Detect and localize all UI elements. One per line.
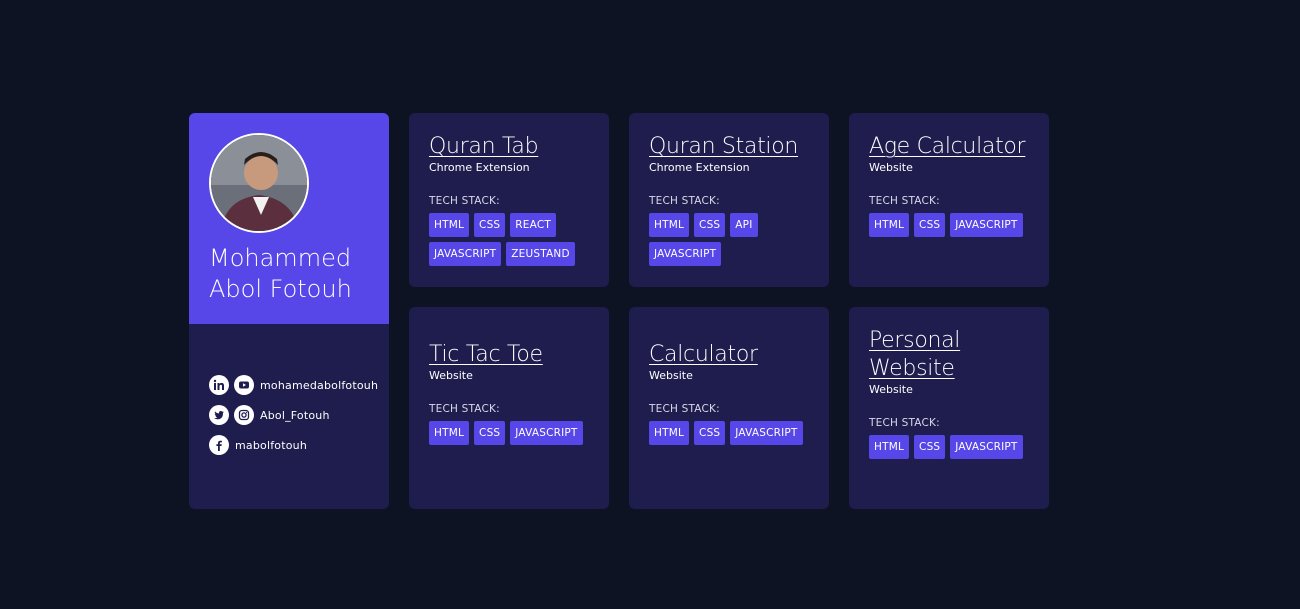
tech-tag: HTML [649,213,690,237]
project-title-link[interactable]: Calculator [649,341,809,369]
project-type: Website [429,369,473,382]
profile-name: Mohammed Abol Fotouh [209,244,352,303]
profile-card: Mohammed Abol Fotouh mohamedabolfotouh A… [189,113,389,509]
tech-tag: JAVASCRIPT [649,242,722,266]
tech-tag: JAVASCRIPT [730,421,803,445]
facebook-icon[interactable] [209,435,229,455]
tech-tag: CSS [694,213,726,237]
project-type: Website [649,369,693,382]
tech-tag: ZEUSTAND [506,242,575,266]
twitter-icon[interactable] [209,405,229,425]
tech-tag: HTML [869,213,910,237]
tech-tag: HTML [649,421,690,445]
tech-tags: HTML CSS API JAVASCRIPT [649,213,819,266]
tech-tag: REACT [510,213,556,237]
avatar [209,133,309,233]
tech-tags: HTML CSS REACT JAVASCRIPT ZEUSTAND [429,213,599,266]
portfolio-grid: Mohammed Abol Fotouh mohamedabolfotouh A… [189,113,1049,509]
project-title-link[interactable]: Tic Tac Toe [429,341,589,369]
linkedin-icon[interactable] [209,375,229,395]
project-type: Chrome Extension [649,161,750,174]
tech-tag: JAVASCRIPT [510,421,583,445]
project-type: Website [869,161,913,174]
project-card-quran-tab: Quran Tab Chrome Extension TECH STACK: H… [409,113,609,287]
social-handle[interactable]: Abol_Fotouh [260,409,330,422]
tech-stack-label: TECH STACK: [649,195,720,207]
tech-tag: JAVASCRIPT [950,435,1023,459]
tech-tag: CSS [694,421,726,445]
project-title-link[interactable]: Age Calculator [869,133,1029,161]
project-title-link[interactable]: Quran Tab [429,133,589,161]
tech-tag: API [730,213,758,237]
tech-tag: CSS [474,213,506,237]
project-card-personal-website: Personal Website Website TECH STACK: HTM… [849,307,1049,509]
tech-tag: JAVASCRIPT [429,242,502,266]
project-card-tic-tac-toe: Tic Tac Toe Website TECH STACK: HTML CSS… [409,307,609,509]
project-type: Website [869,383,913,396]
project-title-link[interactable]: Quran Station [649,133,809,161]
project-card-quran-station: Quran Station Chrome Extension TECH STAC… [629,113,829,287]
social-handle[interactable]: mabolfotouh [235,439,307,452]
tech-tags: HTML CSS JAVASCRIPT [649,421,819,445]
project-card-age-calculator: Age Calculator Website TECH STACK: HTML … [849,113,1049,287]
social-row-linkedin-youtube: mohamedabolfotouh [209,375,389,395]
project-card-calculator: Calculator Website TECH STACK: HTML CSS … [629,307,829,509]
project-title-link[interactable]: Personal Website [869,327,989,383]
tech-tag: HTML [429,421,470,445]
instagram-icon[interactable] [234,405,254,425]
tech-tags: HTML CSS JAVASCRIPT [869,213,1039,237]
tech-tag: HTML [869,435,910,459]
profile-header: Mohammed Abol Fotouh [189,113,389,324]
social-handle[interactable]: mohamedabolfotouh [260,379,378,392]
tech-tag: CSS [474,421,506,445]
tech-tags: HTML CSS JAVASCRIPT [429,421,599,445]
tech-tag: CSS [914,435,946,459]
tech-stack-label: TECH STACK: [429,195,500,207]
tech-tag: JAVASCRIPT [950,213,1023,237]
tech-tag: HTML [429,213,470,237]
tech-tag: CSS [914,213,946,237]
social-links: mohamedabolfotouh Abol_Fotouh mabolfotou… [189,324,389,509]
tech-stack-label: TECH STACK: [649,403,720,415]
social-row-facebook: mabolfotouh [209,435,389,455]
project-type: Chrome Extension [429,161,530,174]
youtube-icon[interactable] [234,375,254,395]
tech-stack-label: TECH STACK: [869,195,940,207]
tech-stack-label: TECH STACK: [429,403,500,415]
tech-tags: HTML CSS JAVASCRIPT [869,435,1039,459]
social-row-twitter-instagram: Abol_Fotouh [209,405,389,425]
tech-stack-label: TECH STACK: [869,417,940,429]
